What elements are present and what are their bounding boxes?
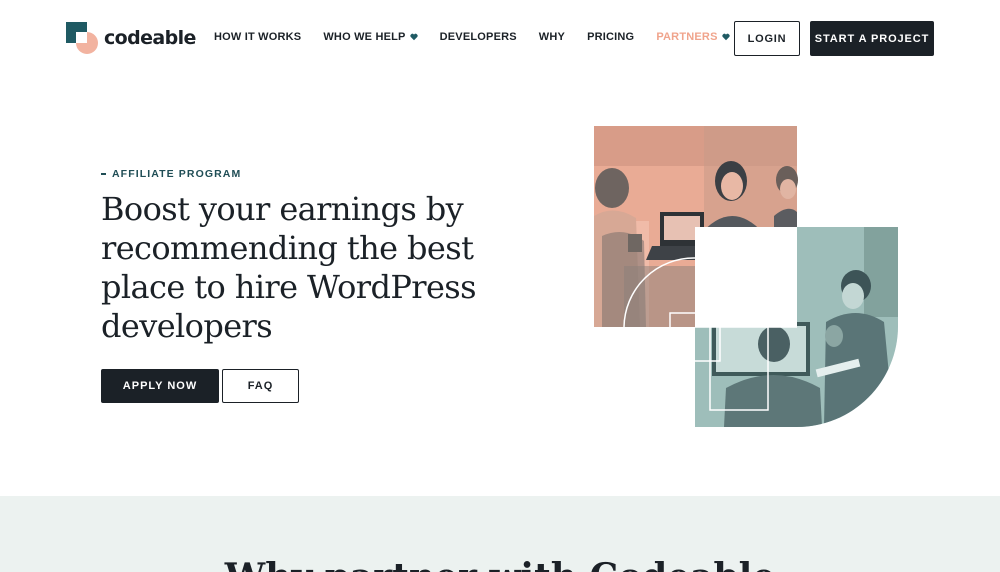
nav-item-pricing[interactable]: PRICING	[587, 31, 634, 43]
nav-item-who-we-help[interactable]: WHO WE HELP	[323, 31, 418, 43]
heart-icon	[722, 33, 730, 41]
start-project-button[interactable]: START A PROJECT	[810, 21, 934, 56]
nav-item-why[interactable]: WHY	[539, 31, 565, 43]
logo[interactable]: codeable	[66, 22, 196, 54]
white-square	[695, 227, 797, 327]
nav-item-partners[interactable]: PARTNERS	[656, 31, 730, 43]
nav-item-developers[interactable]: DEVELOPERS	[440, 31, 517, 43]
nav-item-label: PARTNERS	[656, 31, 718, 43]
dash-icon	[101, 173, 106, 175]
hero-photo-collage	[594, 126, 898, 427]
login-button[interactable]: LOGIN	[734, 21, 800, 56]
apply-now-button[interactable]: APPLY NOW	[101, 369, 219, 403]
nav-item-how-it-works[interactable]: HOW IT WORKS	[214, 31, 301, 43]
logo-text: codeable	[104, 27, 196, 49]
eyebrow-label: AFFILIATE PROGRAM	[112, 168, 242, 180]
hero-headline: Boost your earnings by recommending the …	[101, 190, 477, 345]
nav-item-label: PRICING	[587, 31, 635, 43]
eyebrow: AFFILIATE PROGRAM	[101, 168, 241, 180]
nav-item-label: HOW IT WORKS	[214, 31, 302, 43]
site-header: codeable HOW IT WORKS WHO WE HELP DEVELO…	[0, 0, 1000, 80]
main-nav: HOW IT WORKS WHO WE HELP DEVELOPERS WHY …	[214, 31, 752, 43]
section-heading: Why partner with Codeable	[0, 556, 1000, 572]
logo-mark-icon	[66, 22, 98, 54]
why-partner-section: Why partner with Codeable	[0, 496, 1000, 572]
nav-item-label: WHY	[538, 31, 566, 43]
nav-item-label: WHO WE HELP	[323, 31, 406, 43]
nav-item-label: DEVELOPERS	[439, 31, 517, 43]
faq-button[interactable]: FAQ	[222, 369, 299, 403]
heart-icon	[410, 33, 418, 41]
